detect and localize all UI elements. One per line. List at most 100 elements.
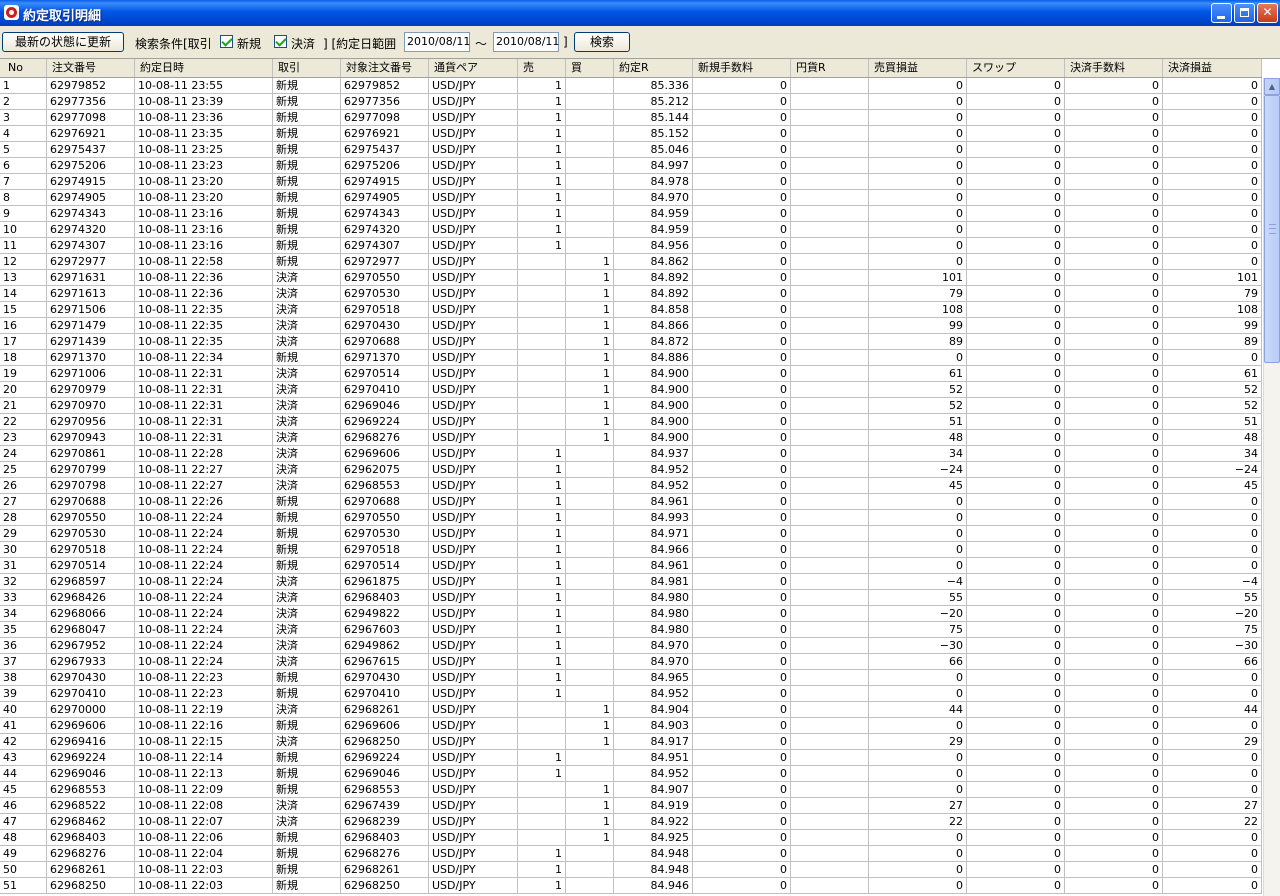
table-row[interactable]: 9 62974343 10-08-11 23:16 新規 62974343 USD/JPY… [0, 206, 1262, 222]
column-header-swap[interactable]: スワップ [967, 59, 1065, 77]
table-row[interactable]: 38 62970430 10-08-11 22:23 新規 62970430 USD/JP… [0, 670, 1262, 686]
column-header-exec-rate[interactable]: 約定R [614, 59, 693, 77]
column-header-buy[interactable]: 買 [566, 59, 614, 77]
table-row[interactable]: 10 62974320 10-08-11 23:16 新規 62974320 USD/JP… [0, 222, 1262, 238]
table-row[interactable]: 3 62977098 10-08-11 23:36 新規 62977098 USD/JPY… [0, 110, 1262, 126]
table-row[interactable]: 48 62968403 10-08-11 22:06 新規 62968403 USD/JP… [0, 830, 1262, 846]
column-header-close-pl[interactable]: 決済損益 [1163, 59, 1262, 77]
column-header-close-fee[interactable]: 決済手数料 [1065, 59, 1163, 77]
cell-close-pl: 34 [1163, 446, 1262, 462]
table-row[interactable]: 19 62971006 10-08-11 22:31 決済 62970514 USD/JP… [0, 366, 1262, 382]
table-row[interactable]: 4 62976921 10-08-11 23:35 新規 62976921 USD/JPY… [0, 126, 1262, 142]
column-header-sell[interactable]: 売 [518, 59, 566, 77]
cell-exec-rate: 84.956 [614, 238, 693, 254]
refresh-button[interactable]: 最新の状態に更新 [2, 32, 124, 52]
table-row[interactable]: 5 62975437 10-08-11 23:25 新規 62975437 USD/JPY… [0, 142, 1262, 158]
table-row[interactable]: 17 62971439 10-08-11 22:35 決済 62970688 USD/JP… [0, 334, 1262, 350]
cell-target-order: 62949822 [341, 606, 429, 622]
table-row[interactable]: 27 62970688 10-08-11 22:26 新規 62970688 USD/JP… [0, 494, 1262, 510]
table-row[interactable]: 36 62967952 10-08-11 22:24 決済 62949862 USD/JP… [0, 638, 1262, 654]
column-header-yen-rate[interactable]: 円貨R [791, 59, 869, 77]
checkbox-close[interactable] [274, 35, 287, 48]
table-row[interactable]: 26 62970798 10-08-11 22:27 決済 62968553 USD/JP… [0, 478, 1262, 494]
table-row[interactable]: 50 62968261 10-08-11 22:03 新規 62968261 USD/JP… [0, 862, 1262, 878]
table-row[interactable]: 13 62971631 10-08-11 22:36 決済 62970550 USD/JP… [0, 270, 1262, 286]
table-row[interactable]: 37 62967933 10-08-11 22:24 決済 62967615 USD/JP… [0, 654, 1262, 670]
table-row[interactable]: 22 62970956 10-08-11 22:31 決済 62969224 USD/JP… [0, 414, 1262, 430]
table-row[interactable]: 28 62970550 10-08-11 22:24 新規 62970550 USD/JP… [0, 510, 1262, 526]
cell-open-fee: 0 [693, 334, 791, 350]
column-header-order-number[interactable]: 注文番号 [47, 59, 135, 77]
table-row[interactable]: 8 62974905 10-08-11 23:20 新規 62974905 USD/JPY… [0, 190, 1262, 206]
column-header-trade-pl[interactable]: 売買損益 [869, 59, 967, 77]
table-row[interactable]: 49 62968276 10-08-11 22:04 新規 62968276 USD/JP… [0, 846, 1262, 862]
table-row[interactable]: 21 62970970 10-08-11 22:31 決済 62969046 USD/JP… [0, 398, 1262, 414]
table-row[interactable]: 35 62968047 10-08-11 22:24 決済 62967603 USD/JP… [0, 622, 1262, 638]
table-row[interactable]: 31 62970514 10-08-11 22:24 新規 62970514 USD/JP… [0, 558, 1262, 574]
date-from-input[interactable]: 2010/08/11 [404, 32, 470, 52]
cell-sell: 1 [518, 542, 566, 558]
column-header-target-order[interactable]: 対象注文番号 [341, 59, 429, 77]
cell-close-pl: 29 [1163, 734, 1262, 750]
date-to-input[interactable]: 2010/08/11 [493, 32, 559, 52]
cell-order-number: 62968261 [47, 862, 135, 878]
table-row[interactable]: 46 62968522 10-08-11 22:08 決済 62967439 USD/JP… [0, 798, 1262, 814]
cell-close-pl: 0 [1163, 254, 1262, 270]
cell-sell: 1 [518, 510, 566, 526]
table-row[interactable]: 42 62969416 10-08-11 22:15 決済 62968250 USD/JP… [0, 734, 1262, 750]
table-row[interactable]: 43 62969224 10-08-11 22:14 新規 62969224 USD/JP… [0, 750, 1262, 766]
table-row[interactable]: 12 62972977 10-08-11 22:58 新規 62972977 USD/JP… [0, 254, 1262, 270]
table-row[interactable]: 1 62979852 10-08-11 23:55 新規 62979852 USD/JPY… [0, 78, 1262, 94]
column-header-open-fee[interactable]: 新規手数料 [693, 59, 791, 77]
table-row[interactable]: 20 62970979 10-08-11 22:31 決済 62970410 USD/JP… [0, 382, 1262, 398]
table-row[interactable]: 32 62968597 10-08-11 22:24 決済 62961875 USD/JP… [0, 574, 1262, 590]
cell-currency-pair: USD/JPY [429, 78, 518, 94]
cell-no: 30 [0, 542, 47, 558]
cell-exec-rate: 84.925 [614, 830, 693, 846]
table-row[interactable]: 30 62970518 10-08-11 22:24 新規 62970518 USD/JP… [0, 542, 1262, 558]
cell-target-order: 62970514 [341, 558, 429, 574]
table-row[interactable]: 18 62971370 10-08-11 22:34 新規 62971370 USD/JP… [0, 350, 1262, 366]
search-button[interactable]: 検索 [574, 32, 630, 52]
cell-order-number: 62970688 [47, 494, 135, 510]
column-header-exec-time[interactable]: 約定日時 [135, 59, 273, 77]
cell-order-number: 62971370 [47, 350, 135, 366]
table-row[interactable]: 16 62971479 10-08-11 22:35 決済 62970430 USD/JP… [0, 318, 1262, 334]
cell-close-fee: 0 [1065, 494, 1163, 510]
column-header-trade-type[interactable]: 取引 [273, 59, 341, 77]
table-row[interactable]: 14 62971613 10-08-11 22:36 決済 62970530 USD/JP… [0, 286, 1262, 302]
scroll-thumb[interactable] [1264, 95, 1280, 363]
table-row[interactable]: 24 62970861 10-08-11 22:28 決済 62969606 USD/JP… [0, 446, 1262, 462]
cell-exec-rate: 84.948 [614, 846, 693, 862]
table-row[interactable]: 25 62970799 10-08-11 22:27 決済 62962075 USD/JP… [0, 462, 1262, 478]
cell-currency-pair: USD/JPY [429, 526, 518, 542]
table-row[interactable]: 23 62970943 10-08-11 22:31 決済 62968276 USD/JP… [0, 430, 1262, 446]
scroll-up-button[interactable]: ▲ [1264, 78, 1280, 95]
table-row[interactable]: 11 62974307 10-08-11 23:16 新規 62974307 USD/JP… [0, 238, 1262, 254]
table-row[interactable]: 44 62969046 10-08-11 22:13 新規 62969046 USD/JP… [0, 766, 1262, 782]
cell-yen-rate [791, 270, 869, 286]
cell-swap: 0 [967, 718, 1065, 734]
table-row[interactable]: 45 62968553 10-08-11 22:09 新規 62968553 USD/JP… [0, 782, 1262, 798]
column-header-currency-pair[interactable]: 通貨ペア [429, 59, 518, 77]
table-row[interactable]: 6 62975206 10-08-11 23:23 新規 62975206 USD/JPY… [0, 158, 1262, 174]
table-row[interactable]: 15 62971506 10-08-11 22:35 決済 62970518 USD/JP… [0, 302, 1262, 318]
cell-exec-time: 10-08-11 22:03 [135, 878, 273, 894]
vertical-scrollbar[interactable]: ▲ [1263, 78, 1280, 896]
table-row[interactable]: 2 62977356 10-08-11 23:39 新規 62977356 USD/JPY… [0, 94, 1262, 110]
title-bar[interactable]: 約定取引明細 ✕ [0, 0, 1280, 26]
maximize-button[interactable] [1234, 3, 1255, 23]
table-row[interactable]: 33 62968426 10-08-11 22:24 決済 62968403 USD/JP… [0, 590, 1262, 606]
table-row[interactable]: 41 62969606 10-08-11 22:16 新規 62969606 USD/JP… [0, 718, 1262, 734]
table-row[interactable]: 34 62968066 10-08-11 22:24 決済 62949822 USD/JP… [0, 606, 1262, 622]
table-row[interactable]: 47 62968462 10-08-11 22:07 決済 62968239 USD/JP… [0, 814, 1262, 830]
checkbox-new[interactable] [220, 35, 233, 48]
table-row[interactable]: 40 62970000 10-08-11 22:19 決済 62968261 USD/JP… [0, 702, 1262, 718]
table-row[interactable]: 39 62970410 10-08-11 22:23 新規 62970410 USD/JP… [0, 686, 1262, 702]
table-row[interactable]: 29 62970530 10-08-11 22:24 新規 62970530 USD/JP… [0, 526, 1262, 542]
table-row[interactable]: 51 62968250 10-08-11 22:03 新規 62968250 USD/JP… [0, 878, 1262, 894]
table-row[interactable]: 7 62974915 10-08-11 23:20 新規 62974915 USD/JPY… [0, 174, 1262, 190]
close-button[interactable]: ✕ [1257, 3, 1278, 23]
minimize-button[interactable] [1211, 3, 1232, 23]
column-header-no[interactable]: No [0, 59, 47, 77]
